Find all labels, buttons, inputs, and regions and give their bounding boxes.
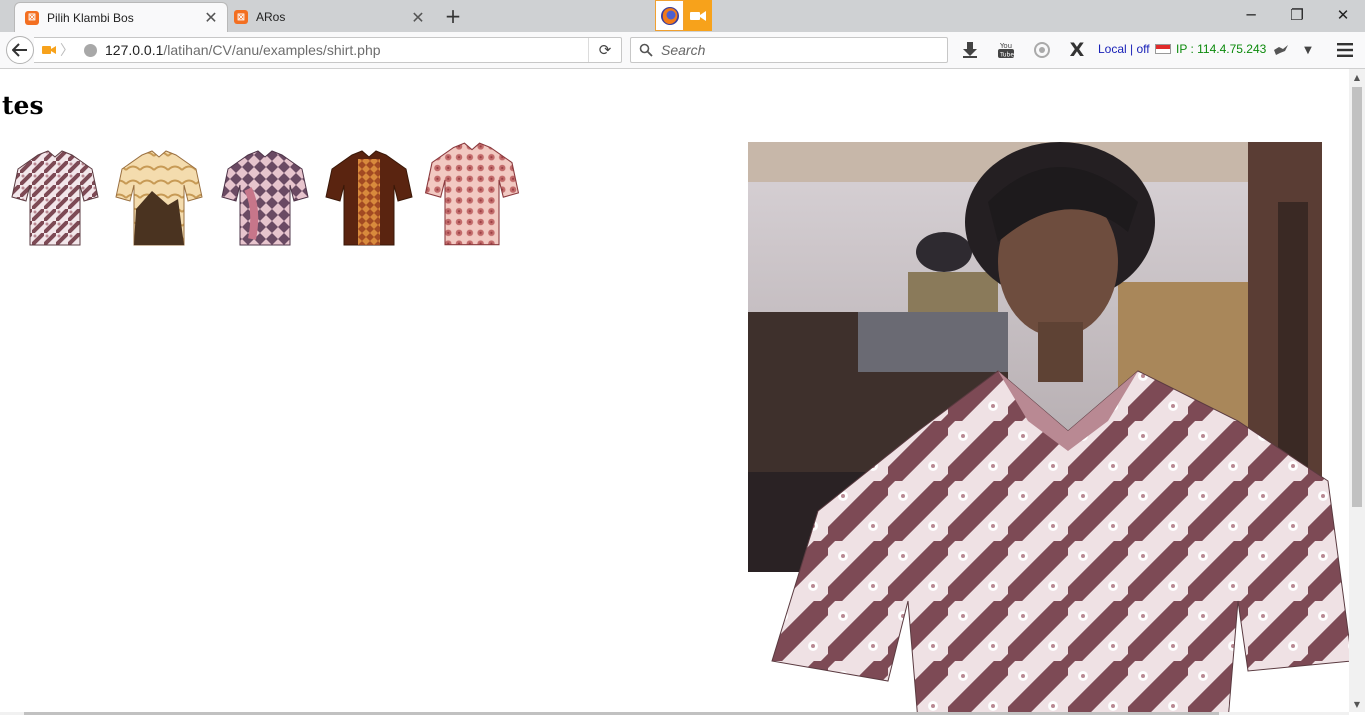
- shirt-option-2[interactable]: [112, 149, 206, 249]
- tab-aros[interactable]: ⊠ ARos ✕: [224, 2, 434, 32]
- indonesia-flag-icon: [1155, 44, 1171, 54]
- url-bar[interactable]: 〉 127.0.0.1/latihan/CV/anu/examples/shir…: [34, 37, 622, 63]
- close-window-button[interactable]: ✕: [1320, 0, 1365, 30]
- navigation-toolbar: 〉 127.0.0.1/latihan/CV/anu/examples/shir…: [0, 32, 1365, 69]
- search-input[interactable]: [659, 41, 943, 59]
- search-bar[interactable]: [630, 37, 948, 63]
- addon-bird-icon[interactable]: [1269, 38, 1293, 62]
- svg-text:You: You: [999, 42, 1012, 50]
- back-button[interactable]: [6, 36, 34, 64]
- shirt-option-1[interactable]: [8, 149, 102, 249]
- search-icon: [639, 43, 653, 57]
- scrollbar-thumb[interactable]: [1352, 87, 1362, 507]
- minimize-button[interactable]: ─: [1228, 0, 1274, 30]
- restore-button[interactable]: ❐: [1274, 0, 1320, 30]
- sharing-indicator[interactable]: [655, 0, 712, 31]
- vertical-scrollbar[interactable]: ▲ ▼: [1349, 69, 1365, 712]
- scroll-down-icon[interactable]: ▼: [1349, 696, 1365, 712]
- youtube-icon[interactable]: You Tube: [994, 38, 1018, 62]
- x-addon-icon[interactable]: X: [1065, 38, 1089, 62]
- new-tab-button[interactable]: +: [442, 4, 464, 28]
- tab-title: Pilih Klambi Bos: [47, 10, 134, 25]
- back-arrow-icon: [12, 43, 27, 57]
- svg-text:Tube: Tube: [999, 52, 1014, 59]
- firefox-icon: [655, 0, 684, 31]
- download-icon[interactable]: [958, 38, 982, 62]
- close-tab-icon[interactable]: ✕: [408, 7, 428, 27]
- camera-permission-icon[interactable]: [42, 44, 56, 56]
- reload-button[interactable]: ⟳: [588, 38, 621, 62]
- local-off-toggle[interactable]: Local | off: [1098, 42, 1150, 56]
- tab-pilih-klambi-bos[interactable]: ⊠ Pilih Klambi Bos ✕: [14, 2, 228, 32]
- xampp-favicon-icon: ⊠: [25, 10, 39, 25]
- separator-chevron-icon: 〉: [60, 43, 74, 59]
- site-info-globe-icon[interactable]: [84, 43, 97, 57]
- tab-strip: ⊠ Pilih Klambi Bos ✕ ⊠ ARos ✕ + ─ ❐ ✕: [0, 0, 1365, 32]
- tab-title: ARos: [256, 10, 286, 24]
- page-content: tes: [0, 69, 1349, 712]
- overlay-shirt-image: [771, 370, 1349, 712]
- close-tab-icon[interactable]: ✕: [201, 8, 221, 28]
- camera-sharing-icon: [684, 0, 712, 31]
- scroll-up-icon[interactable]: ▲: [1349, 69, 1365, 85]
- page-heading: tes: [2, 91, 44, 120]
- url-text: 127.0.0.1/latihan/CV/anu/examples/shirt.…: [105, 42, 381, 58]
- hamburger-menu-icon[interactable]: [1333, 38, 1357, 62]
- url-path: /latihan/CV/anu/examples/shirt.php: [163, 42, 381, 58]
- ip-address-label: IP : 114.4.75.243: [1176, 42, 1267, 56]
- xampp-favicon-icon: ⊠: [234, 10, 248, 24]
- shirt-option-5[interactable]: [420, 141, 524, 249]
- addon-circle-icon[interactable]: [1030, 38, 1054, 62]
- shirt-option-3[interactable]: [218, 149, 312, 249]
- url-host: 127.0.0.1: [105, 42, 164, 58]
- shirt-option-4[interactable]: [322, 149, 416, 249]
- addon-dropdown-icon[interactable]: ▼: [1296, 38, 1320, 62]
